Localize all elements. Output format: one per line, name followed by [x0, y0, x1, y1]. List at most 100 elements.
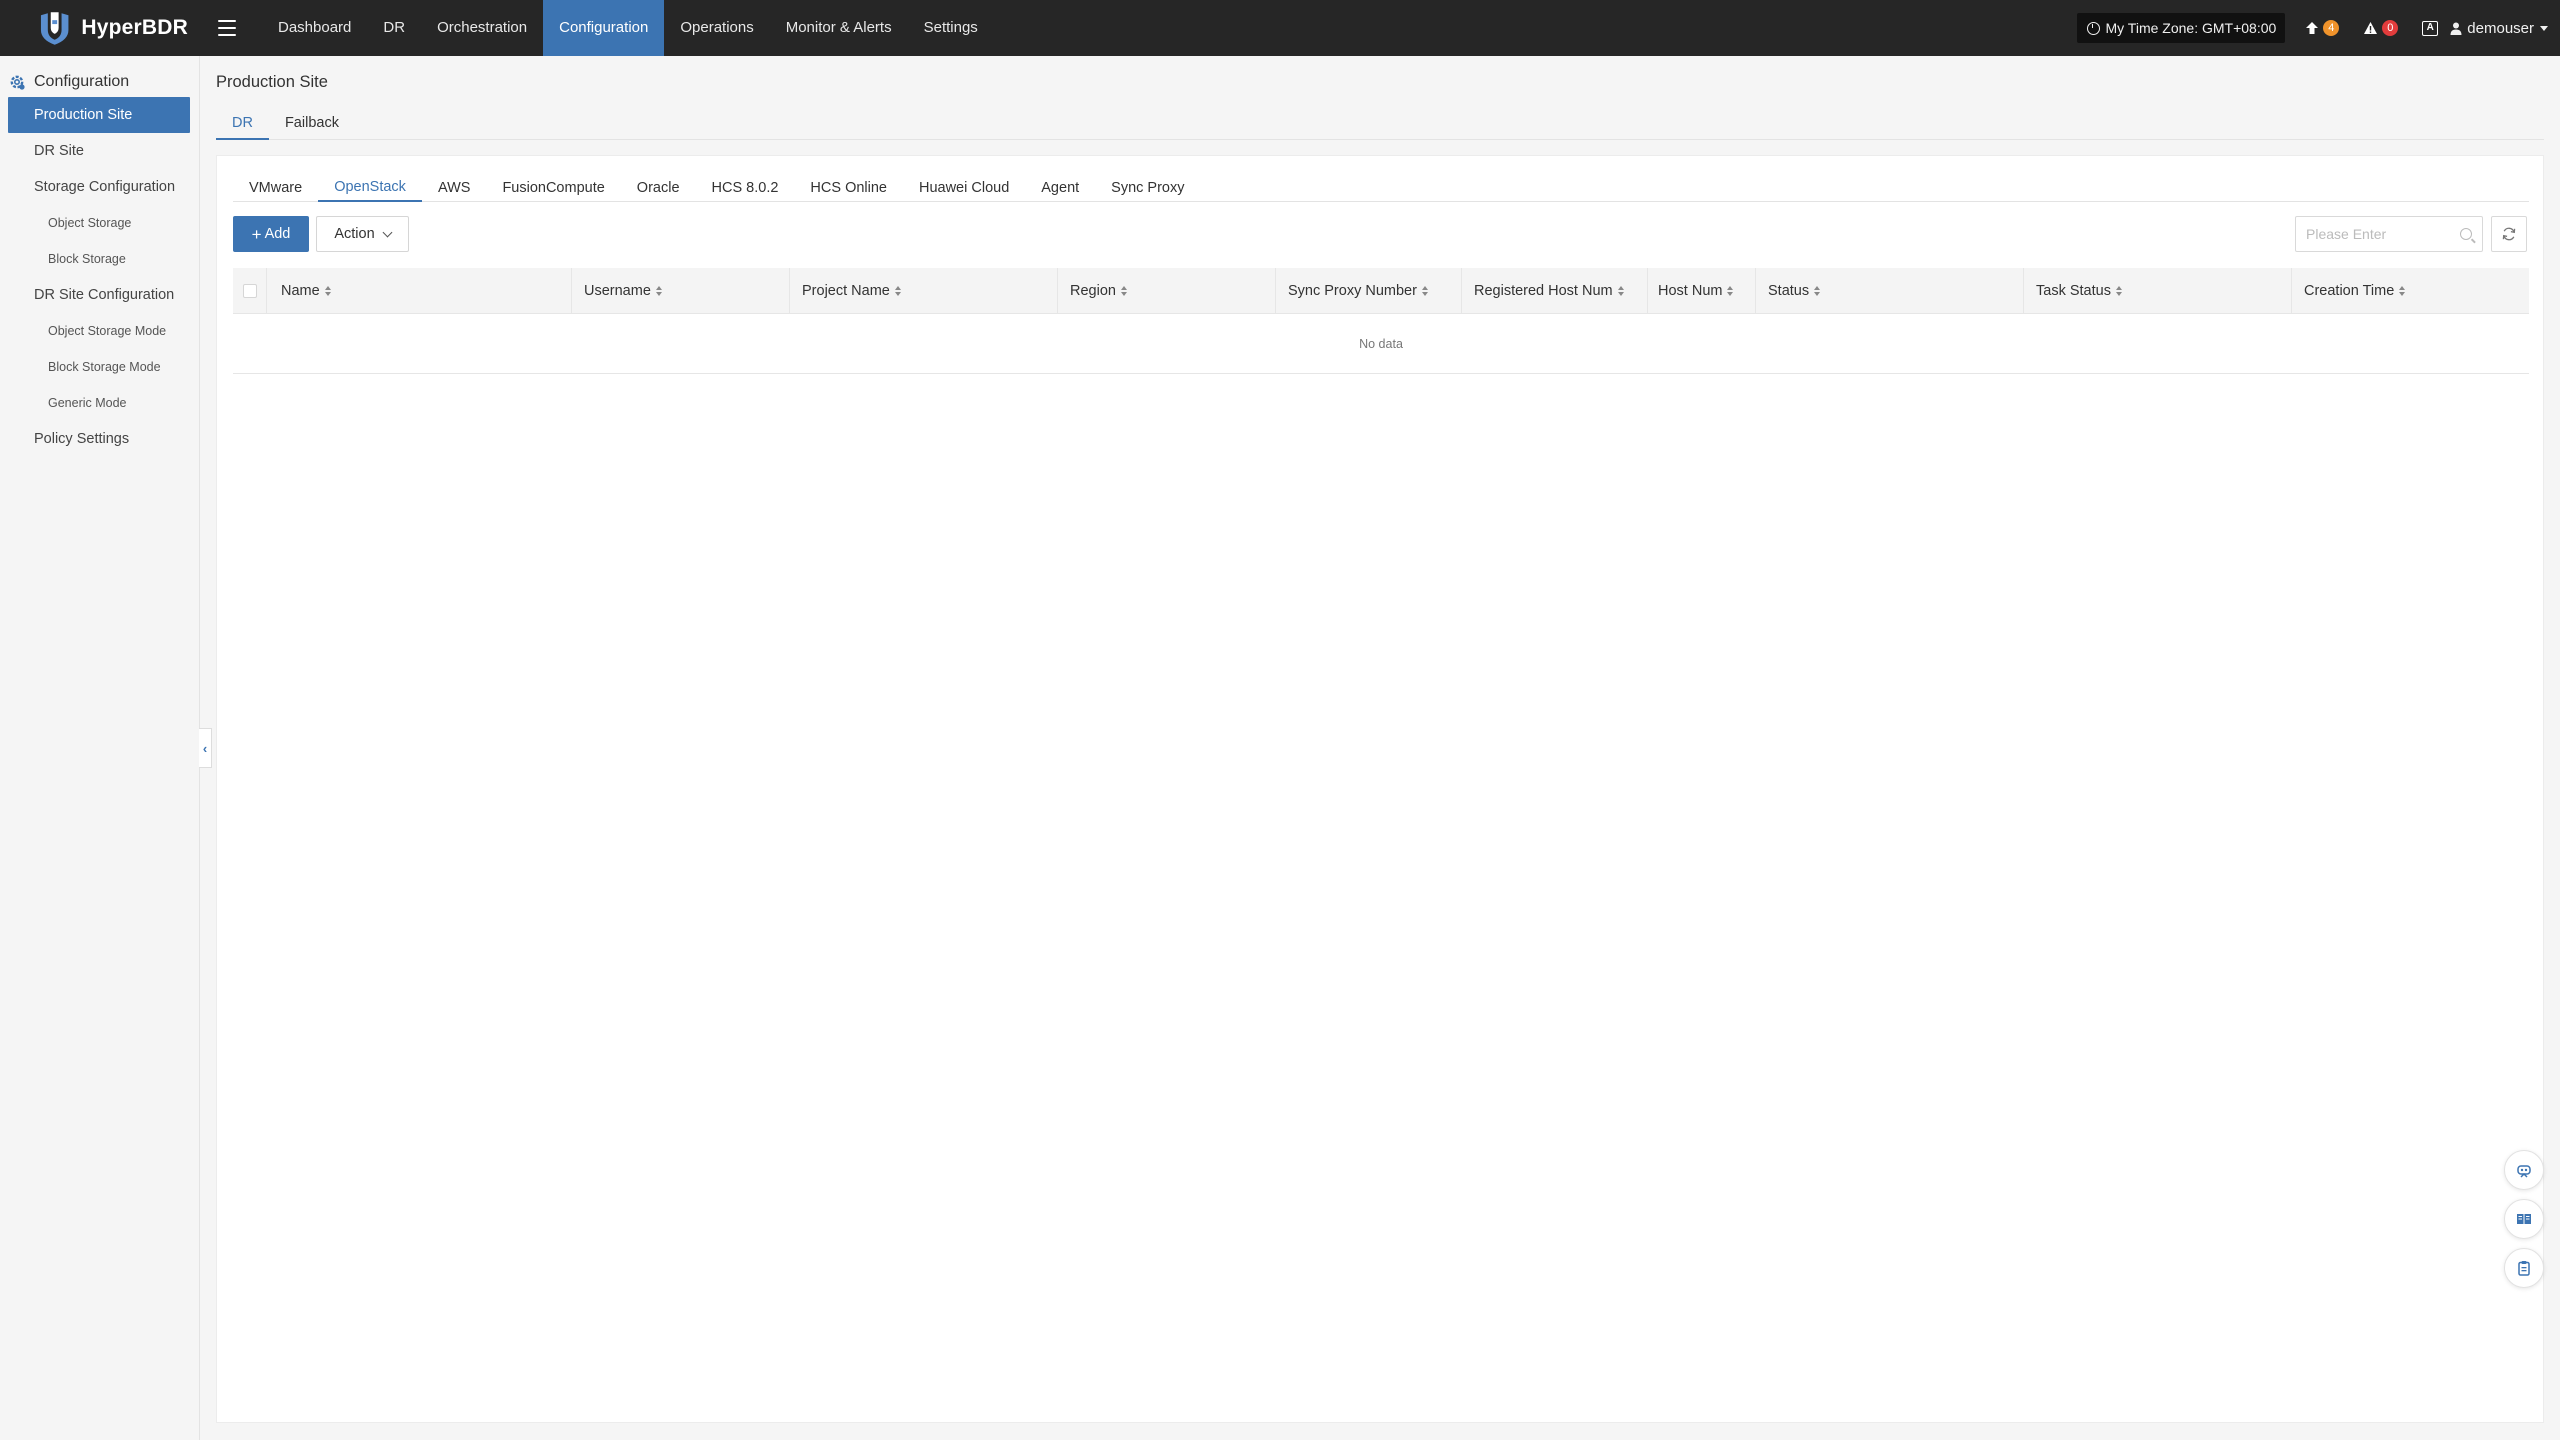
tab-hcs-802[interactable]: HCS 8.0.2 [696, 168, 795, 202]
column-header-host-num[interactable]: Host Num [1648, 268, 1756, 314]
sort-icon [655, 286, 662, 296]
nav-monitor-alerts[interactable]: Monitor & Alerts [770, 0, 908, 56]
page-title: Production Site [216, 73, 328, 91]
column-header-name[interactable]: Name [267, 268, 572, 314]
add-button[interactable]: + Add [233, 216, 309, 252]
user-menu[interactable]: demouser [2450, 20, 2548, 37]
brand-name: HyperBDR [81, 16, 188, 39]
select-all-checkbox[interactable] [242, 284, 257, 298]
sidebar-item-dr-site[interactable]: DR Site [8, 133, 190, 169]
select-all-cell [233, 268, 267, 314]
tab-sync-proxy[interactable]: Sync Proxy [1095, 168, 1200, 202]
nav-dashboard[interactable]: Dashboard [262, 0, 367, 56]
main-navigation: Dashboard DR Orchestration Configuration… [262, 0, 994, 56]
sort-icon [2399, 286, 2406, 296]
nav-configuration[interactable]: Configuration [543, 0, 665, 56]
tab-huawei-cloud[interactable]: Huawei Cloud [903, 168, 1025, 202]
column-header-status[interactable]: Status [1756, 268, 2024, 314]
docs-button[interactable] [2504, 1199, 2544, 1239]
column-header-username[interactable]: Username [572, 268, 790, 314]
sort-icon [1814, 286, 1821, 296]
hamburger-menu-button[interactable] [218, 20, 236, 36]
upload-notifications[interactable]: 4 [2305, 20, 2340, 36]
timezone-indicator[interactable]: My Time Zone: GMT+08:00 [2076, 13, 2286, 43]
sidebar-item-storage-configuration[interactable]: Storage Configuration [8, 169, 190, 205]
upload-icon [2306, 22, 2319, 34]
username-label: demouser [2467, 19, 2534, 37]
sort-icon [2115, 286, 2122, 296]
brand-logo[interactable]: HyperBDR [38, 0, 188, 56]
sidebar-item-block-storage-mode[interactable]: Block Storage Mode [0, 349, 199, 385]
alert-count-badge: 0 [2382, 20, 2399, 36]
gear-icon [10, 75, 25, 90]
sidebar-item-object-storage-mode[interactable]: Object Storage Mode [0, 313, 199, 349]
empty-state-text: No data [233, 314, 2529, 374]
sort-icon [1421, 286, 1428, 296]
tab-failback[interactable]: Failback [269, 110, 355, 140]
nav-settings[interactable]: Settings [908, 0, 994, 56]
tab-oracle[interactable]: Oracle [621, 168, 696, 202]
nav-dr[interactable]: DR [367, 0, 421, 56]
caret-down-icon [2540, 25, 2548, 31]
sidebar-title: Configuration [0, 67, 199, 97]
hosts-table: Name Username Project Name Region Sync P… [233, 268, 2529, 374]
clipboard-icon [2518, 1261, 2530, 1276]
search-box [2295, 216, 2483, 252]
alert-icon [2364, 22, 2378, 34]
nav-operations[interactable]: Operations [664, 0, 769, 56]
sidebar-item-policy-settings[interactable]: Policy Settings [8, 421, 190, 457]
column-header-sync-proxy-number[interactable]: Sync Proxy Number [1276, 268, 1462, 314]
column-header-project-name[interactable]: Project Name [790, 268, 1058, 314]
sidebar-item-generic-mode[interactable]: Generic Mode [0, 385, 199, 421]
tab-dr[interactable]: DR [216, 110, 269, 140]
tab-vmware[interactable]: VMware [233, 168, 318, 202]
plus-icon: + [251, 224, 262, 244]
language-icon[interactable]: A [2422, 20, 2439, 36]
column-header-creation-time[interactable]: Creation Time [2292, 268, 2529, 314]
clipboard-button[interactable] [2504, 1248, 2544, 1288]
sidebar: Configuration Production Site DR Site St… [0, 56, 200, 1440]
sort-icon [1727, 286, 1734, 296]
sort-icon [894, 286, 901, 296]
clock-icon [2086, 21, 2100, 35]
platform-tabs: VMware OpenStack AWS FusionCompute Oracl… [233, 168, 2529, 202]
sidebar-item-dr-site-configuration[interactable]: DR Site Configuration [8, 277, 190, 313]
timezone-label: My Time Zone: GMT+08:00 [2105, 20, 2277, 36]
header-right-tools: My Time Zone: GMT+08:00 4 0 A demouser [2076, 0, 2560, 56]
book-icon [2517, 1214, 2531, 1224]
search-input[interactable] [2306, 219, 2456, 249]
column-header-registered-host-num[interactable]: Registered Host Num [1462, 268, 1648, 314]
upload-count-badge: 4 [2323, 20, 2340, 36]
tab-hcs-online[interactable]: HCS Online [794, 168, 903, 202]
sort-icon [1617, 286, 1624, 296]
robot-icon [2517, 1165, 2531, 1178]
sidebar-collapse-button[interactable]: ‹ [199, 728, 212, 768]
search-icon[interactable] [2460, 228, 2472, 240]
table-header: Name Username Project Name Region Sync P… [233, 268, 2529, 314]
refresh-button[interactable] [2491, 216, 2527, 252]
user-icon [2450, 22, 2462, 35]
column-header-region[interactable]: Region [1058, 268, 1276, 314]
sidebar-item-block-storage[interactable]: Block Storage [0, 241, 199, 277]
mode-tabs: DR Failback [216, 110, 2544, 140]
chevron-down-icon [382, 227, 393, 237]
sort-icon [1120, 286, 1127, 296]
sort-icon [324, 286, 331, 296]
column-header-task-status[interactable]: Task Status [2024, 268, 2292, 314]
collapse-left-icon: ‹ [202, 740, 208, 756]
alert-notifications[interactable]: 0 [2363, 20, 2399, 36]
top-navigation-bar: HyperBDR Dashboard DR Orchestration Conf… [0, 0, 2560, 56]
content-panel: VMware OpenStack AWS FusionCompute Oracl… [216, 155, 2544, 1423]
tab-openstack[interactable]: OpenStack [318, 168, 422, 202]
nav-orchestration[interactable]: Orchestration [421, 0, 543, 56]
tab-agent[interactable]: Agent [1025, 168, 1095, 202]
hyperbdr-shield-icon [40, 12, 69, 45]
action-dropdown-button[interactable]: Action [316, 216, 409, 252]
tab-aws[interactable]: AWS [422, 168, 487, 202]
sidebar-item-production-site[interactable]: Production Site [8, 97, 190, 133]
refresh-icon [2502, 227, 2516, 241]
sidebar-item-object-storage[interactable]: Object Storage [0, 205, 199, 241]
assistant-button[interactable] [2504, 1150, 2544, 1190]
tab-fusioncompute[interactable]: FusionCompute [486, 168, 620, 202]
hamburger-icon [218, 20, 236, 22]
